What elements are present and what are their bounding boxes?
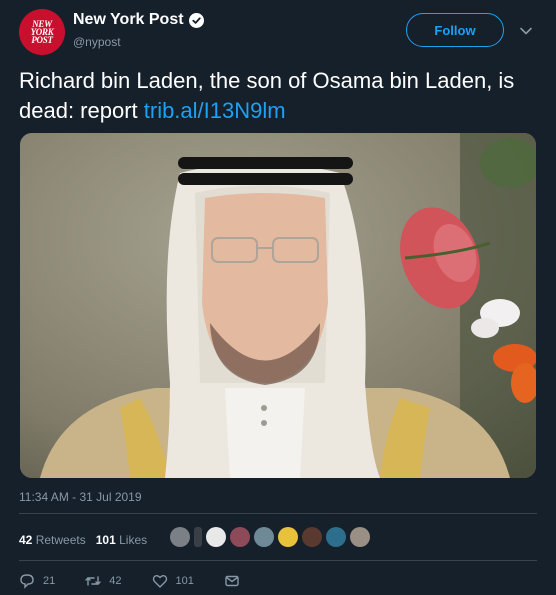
engagement-stats: 42 Retweets 101 Likes [19,533,147,547]
liker-avatar[interactable] [230,527,250,547]
retweet-button[interactable]: 42 [85,573,122,589]
tweet-link[interactable]: trib.al/I13N9lm [144,98,286,123]
divider [19,513,537,514]
account-name[interactable]: New York Post [73,11,184,29]
tweet-card: NEW YORK POST New York Post @nypost Foll… [0,0,556,595]
liker-avatar[interactable] [302,527,322,547]
nypost-avatar[interactable]: NEW YORK POST [19,9,65,55]
liker-avatar[interactable] [254,527,274,547]
envelope-icon [225,575,239,587]
verified-badge-icon [188,12,204,28]
tweet-text: Richard bin Laden, the son of Osama bin … [19,66,539,126]
heart-icon [152,575,167,588]
likes-label: Likes [119,533,148,547]
avatar-line-3: POST [31,35,53,45]
liker-avatar[interactable] [278,527,298,547]
account-name-row[interactable]: New York Post [73,11,204,29]
retweet-icon [85,576,101,586]
divider [19,560,537,561]
tweet-timestamp[interactable]: 11:34 AM - 31 Jul 2019 [19,490,142,504]
liker-avatar[interactable] [350,527,370,547]
retweets-label: Retweets [35,533,86,547]
account-handle[interactable]: @nypost [73,35,121,49]
likes-count: 101 [95,533,116,547]
liker-avatars [170,527,370,547]
tweet-photo[interactable] [20,133,536,478]
liker-avatar[interactable] [326,527,346,547]
retweet-count: 42 [109,575,122,587]
chevron-down-icon[interactable] [519,24,533,38]
reply-button[interactable]: 21 [19,573,55,589]
like-button[interactable]: 101 [152,573,194,589]
photo-illustration [20,133,536,478]
tweet-actions: 21 42 101 [19,573,270,589]
like-count: 101 [175,575,194,587]
reply-icon [20,574,34,589]
liker-avatar[interactable] [170,527,190,547]
direct-message-button[interactable] [224,573,240,589]
reply-count: 21 [43,575,56,587]
retweets-count: 42 [19,533,33,547]
likes-stat[interactable]: 101 Likes [96,533,147,547]
follow-button[interactable]: Follow [406,13,504,47]
liker-avatar[interactable] [194,527,202,547]
retweets-stat[interactable]: 42 Retweets [19,533,86,547]
liker-avatar[interactable] [206,527,226,547]
